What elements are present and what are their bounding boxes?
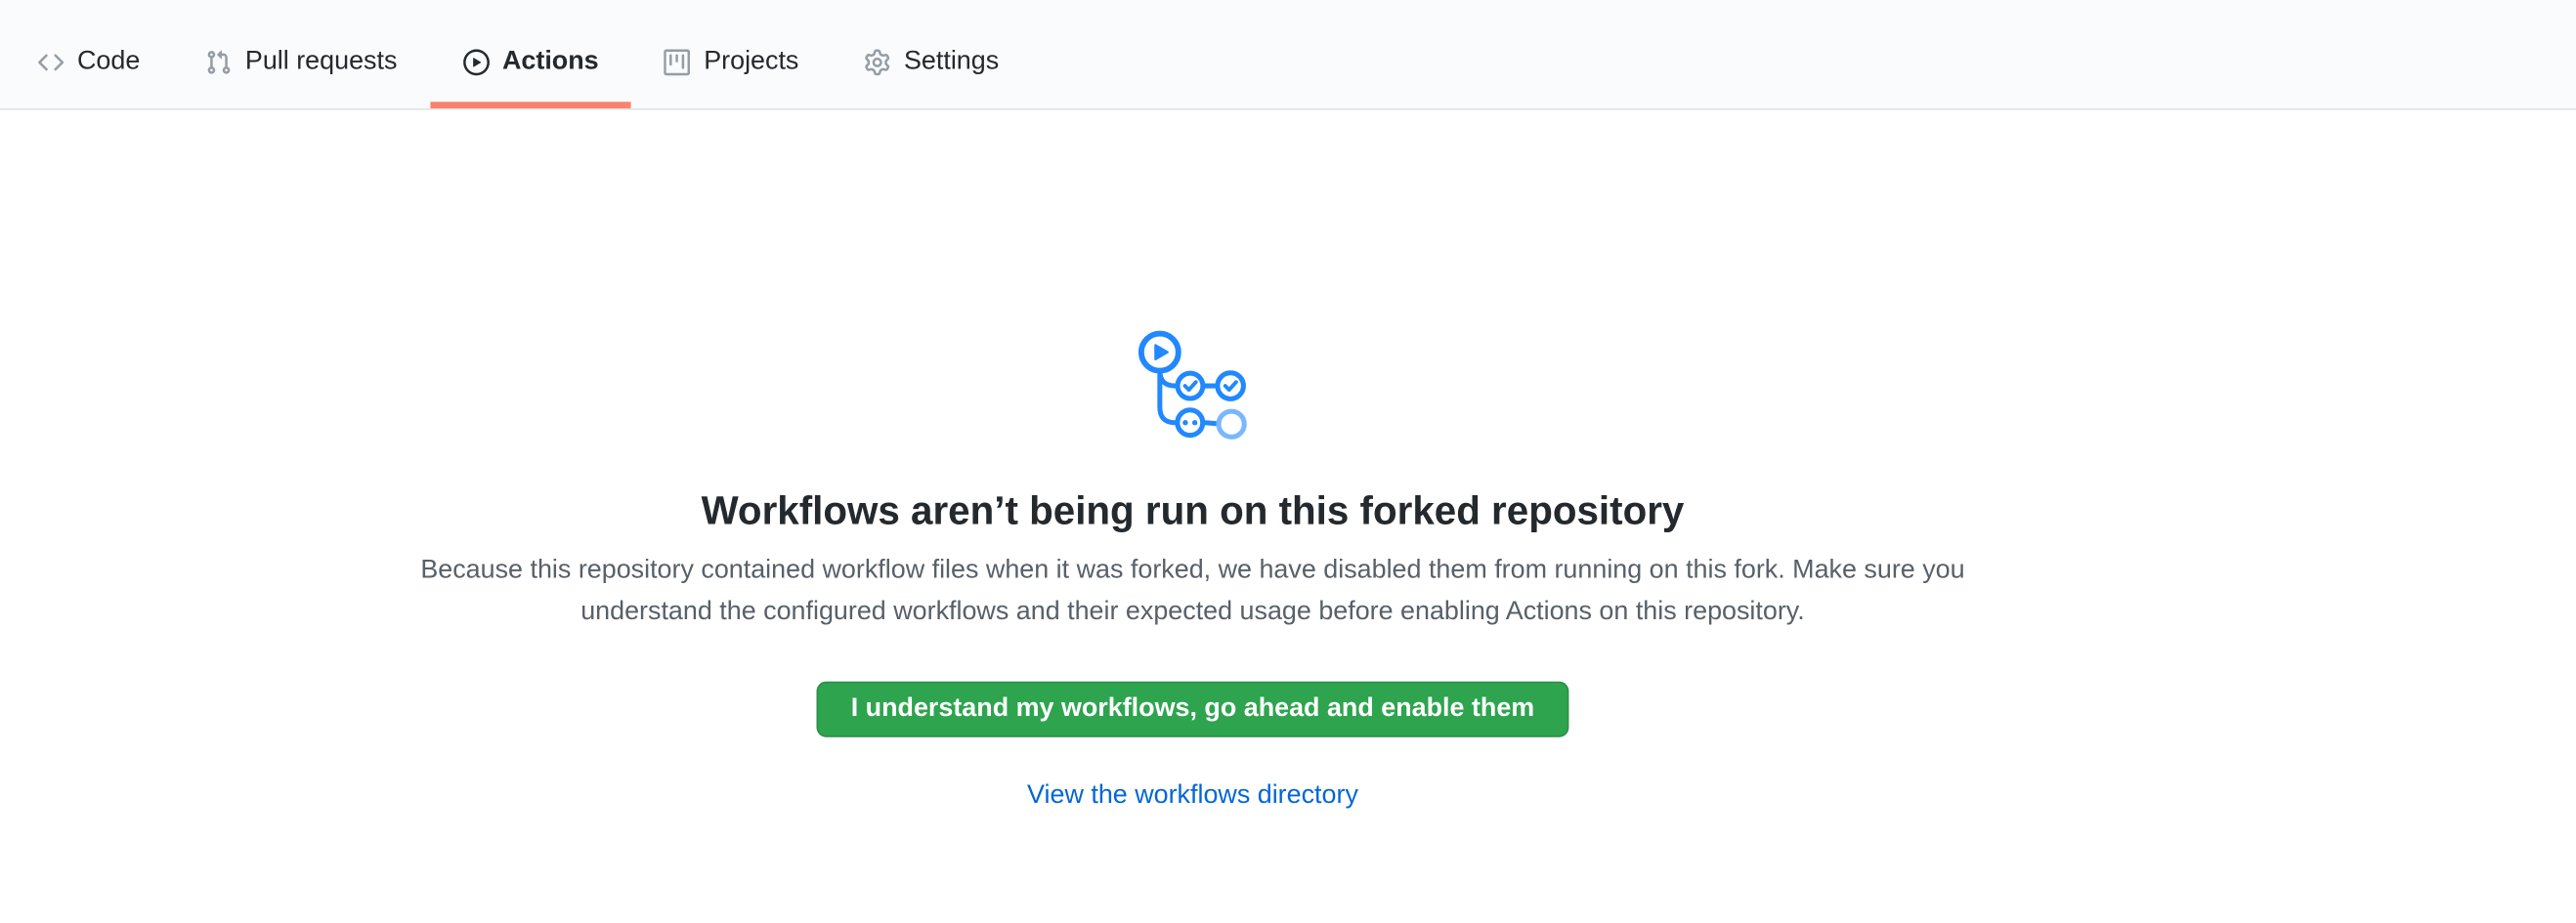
workflow-graph-icon [1138,330,1247,441]
description-text: Because this repository contained workfl… [403,550,1983,632]
gear-icon [865,49,891,75]
repo-nav: Code Pull requests Actions Projects Sett [0,0,2576,110]
play-circle-icon [463,49,490,75]
tab-actions[interactable]: Actions [430,15,631,108]
tab-settings-label: Settings [904,49,999,75]
tab-projects[interactable]: Projects [631,15,832,108]
tab-pull-requests-label: Pull requests [245,49,398,75]
page-title: Workflows aren’t being run on this forke… [0,487,2385,536]
button-row: I understand my workflows, go ahead and … [0,682,2385,737]
git-pull-request-icon [206,49,233,75]
enable-workflows-button[interactable]: I understand my workflows, go ahead and … [816,682,1568,737]
tab-actions-label: Actions [502,49,599,75]
code-icon [38,49,64,75]
project-icon [665,49,691,75]
link-row: View the workflows directory [0,776,2385,816]
workflows-directory-link[interactable]: View the workflows directory [1027,776,1358,816]
tab-settings[interactable]: Settings [832,15,1032,108]
tab-projects-label: Projects [704,49,798,75]
page: Code Pull requests Actions Projects Sett [0,0,2576,923]
blankslate: Workflows aren’t being run on this forke… [0,330,2385,817]
tab-pull-requests[interactable]: Pull requests [173,15,430,108]
tab-code[interactable]: Code [5,15,173,108]
tab-code-label: Code [77,49,140,75]
